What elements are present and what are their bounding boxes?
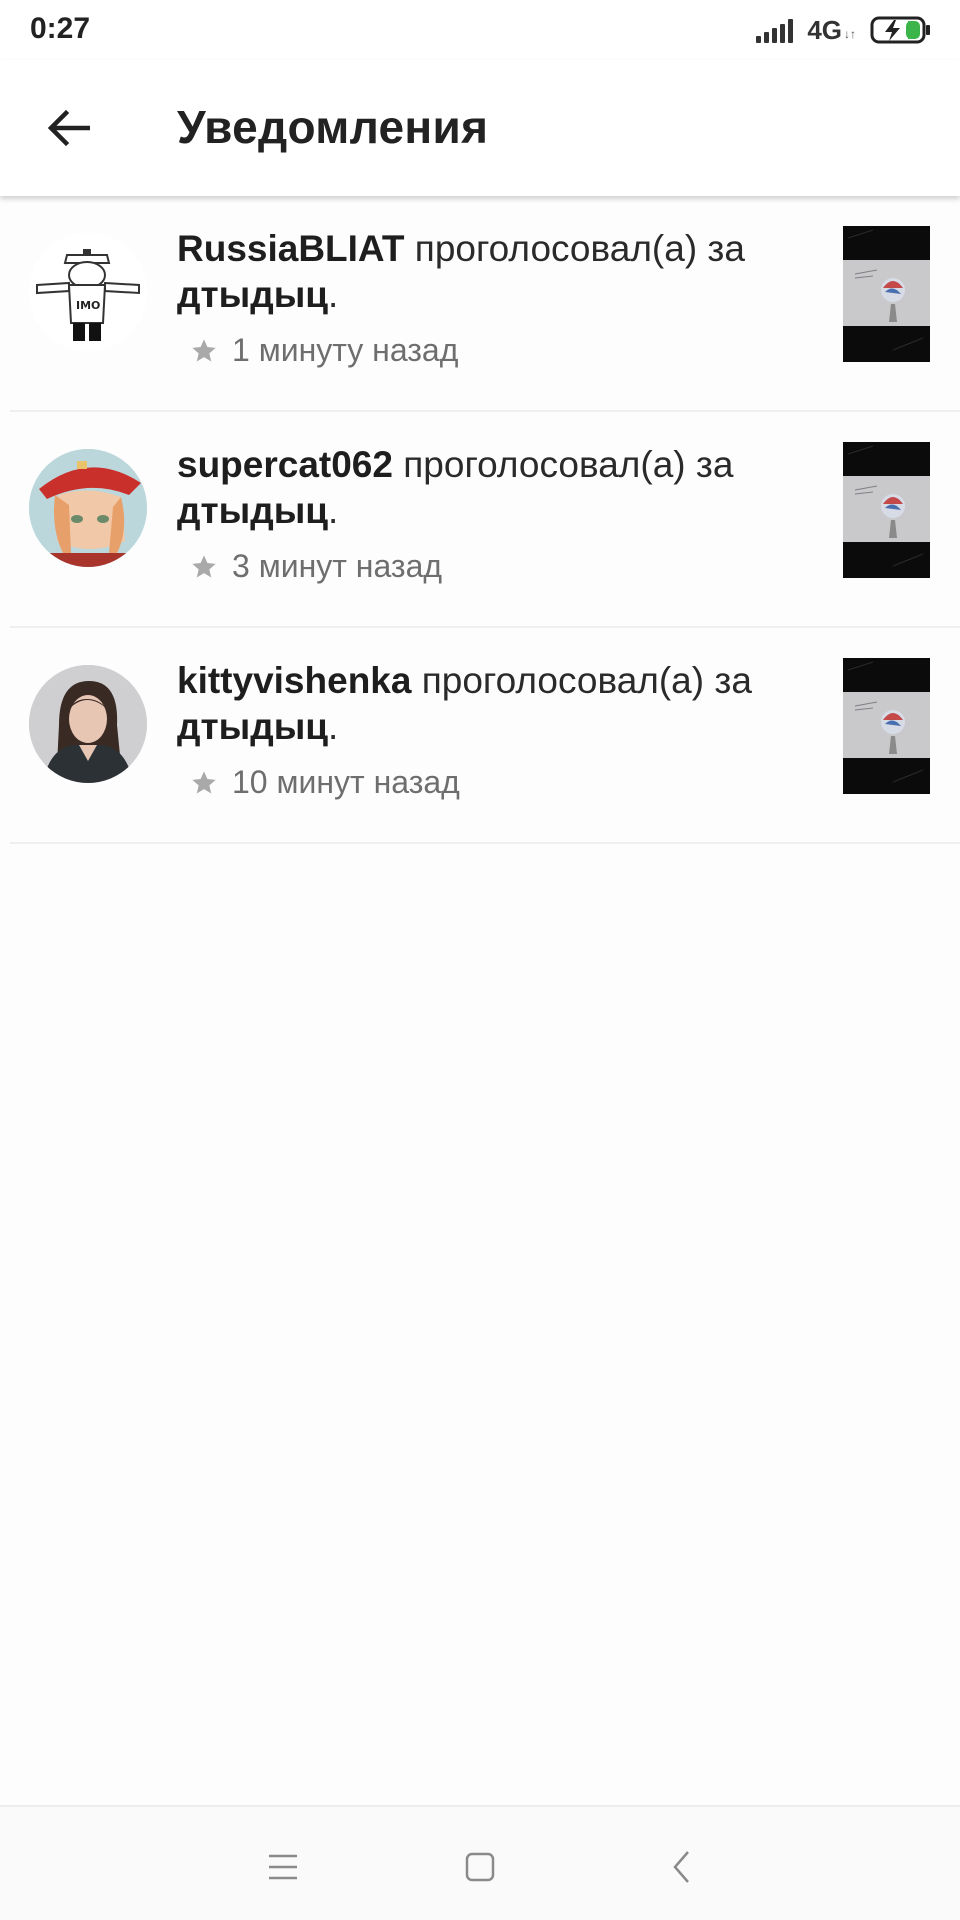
notification-item[interactable]: kittyvishenka проголосовал(а) за дтыдыц.… bbox=[0, 628, 960, 844]
star-icon bbox=[192, 338, 216, 361]
notification-meta: 1 минуту назад bbox=[190, 332, 458, 369]
back-button[interactable] bbox=[36, 96, 100, 160]
thumbnail-image bbox=[843, 442, 930, 578]
username-link[interactable]: supercat062 bbox=[177, 444, 393, 485]
post-title-link[interactable]: дтыдыц bbox=[177, 490, 328, 531]
status-icons: 4G ↓↑ bbox=[756, 14, 932, 46]
arrow-left-icon bbox=[47, 109, 90, 147]
app-bar: Уведомления bbox=[0, 60, 960, 196]
notifications-screen: 0:27 4G ↓↑ Уведомления IMO RussiaBLIAT п… bbox=[0, 0, 960, 1920]
action-text: проголосовал(а) за bbox=[414, 228, 745, 269]
user-avatar[interactable]: IMO bbox=[29, 233, 147, 351]
period: . bbox=[328, 274, 339, 315]
period: . bbox=[328, 490, 339, 531]
username-link[interactable]: RussiaBLIAT bbox=[177, 228, 405, 269]
user-avatar[interactable] bbox=[29, 449, 147, 567]
notification-text: supercat062 проголосовал(а) за дтыдыц. bbox=[177, 442, 807, 534]
action-text: проголосовал(а) за bbox=[421, 660, 752, 701]
post-thumbnail[interactable] bbox=[843, 442, 930, 578]
action-text: проголосовал(а) за bbox=[403, 444, 734, 485]
system-nav-bar bbox=[0, 1805, 960, 1920]
notification-text: kittyvishenka проголосовал(а) за дтыдыц. bbox=[177, 658, 807, 750]
avatar-drawing bbox=[29, 449, 147, 567]
star-icon bbox=[192, 554, 216, 577]
avatar-photo bbox=[29, 665, 147, 783]
notification-meta: 10 минут назад bbox=[190, 764, 460, 801]
signal-icon bbox=[756, 17, 794, 43]
notification-time: 10 минут назад bbox=[232, 764, 460, 800]
thumbnail-image bbox=[843, 226, 930, 362]
thumbnail-image bbox=[843, 658, 930, 794]
notification-meta: 3 минут назад bbox=[190, 548, 442, 585]
notification-time: 1 минуту назад bbox=[232, 332, 459, 368]
page-title: Уведомления bbox=[177, 101, 489, 153]
period: . bbox=[328, 706, 339, 747]
notification-time: 3 минут назад bbox=[232, 548, 443, 584]
system-back-button[interactable] bbox=[652, 1837, 712, 1897]
notification-list: IMO RussiaBLIAT проголосовал(а) за дтыды… bbox=[0, 196, 960, 844]
data-activity-icon: ↓↑ bbox=[844, 27, 856, 41]
notification-item[interactable]: supercat062 проголосовал(а) за дтыдыц. 3… bbox=[0, 412, 960, 628]
post-thumbnail[interactable] bbox=[843, 226, 930, 362]
user-avatar[interactable] bbox=[29, 665, 147, 783]
recent-apps-button[interactable] bbox=[253, 1837, 313, 1897]
home-button[interactable] bbox=[450, 1837, 510, 1897]
avatar-drawing: IMO bbox=[29, 233, 147, 351]
menu-icon bbox=[269, 1854, 297, 1880]
post-title-link[interactable]: дтыдыц bbox=[177, 706, 328, 747]
post-thumbnail[interactable] bbox=[843, 658, 930, 794]
star-icon bbox=[192, 770, 216, 793]
notification-item[interactable]: IMO RussiaBLIAT проголосовал(а) за дтыды… bbox=[0, 196, 960, 412]
network-type-label: 4G bbox=[807, 14, 842, 45]
battery-charging-icon bbox=[870, 16, 930, 44]
avatar-shirt-text: IMO bbox=[76, 299, 100, 312]
username-link[interactable]: kittyvishenka bbox=[177, 660, 411, 701]
back-chevron-icon bbox=[673, 1851, 689, 1883]
post-title-link[interactable]: дтыдыц bbox=[177, 274, 328, 315]
status-time: 0:27 bbox=[30, 12, 91, 45]
home-square-icon bbox=[465, 1852, 495, 1882]
notification-text: RussiaBLIAT проголосовал(а) за дтыдыц. bbox=[177, 226, 807, 318]
status-bar: 0:27 4G ↓↑ bbox=[0, 0, 960, 60]
